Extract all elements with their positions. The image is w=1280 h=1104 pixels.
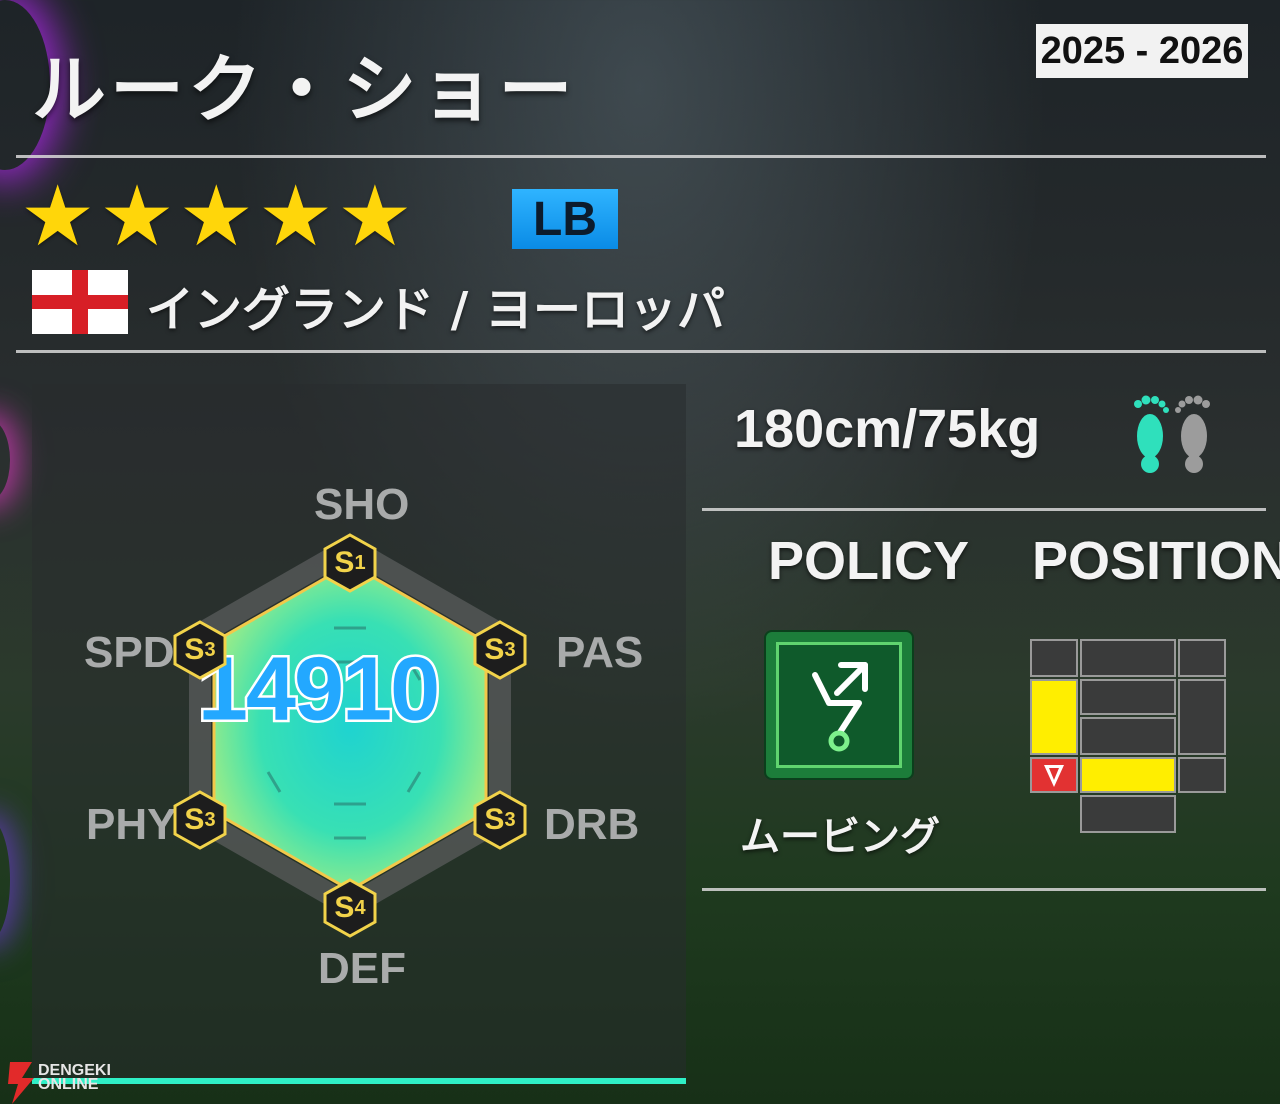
stat-label-spd: SPD	[84, 628, 175, 677]
grade-badge-phy: S3	[173, 790, 227, 850]
position-header: POSITION	[1032, 531, 1280, 591]
policy-header: POLICY	[768, 531, 970, 591]
grade-badge-sho: S1	[323, 533, 377, 593]
position-cell	[1080, 639, 1176, 677]
stat-label-sho: SHO	[314, 480, 410, 529]
position-map	[1030, 639, 1226, 833]
grade-badge-def: S4	[323, 878, 377, 938]
stat-label-pas: PAS	[556, 628, 644, 677]
current-position-cell	[1030, 757, 1078, 793]
total-power: 14910	[195, 637, 442, 742]
grade-badge-spd: S3	[173, 620, 227, 680]
moving-policy-icon[interactable]	[766, 632, 912, 778]
height-weight: 180cm/75kg	[734, 399, 1041, 459]
grade-badge-pas: S3	[473, 620, 527, 680]
position-cell	[1178, 639, 1226, 677]
dengeki-online-logo: DENGEKI ONLINE	[6, 1062, 126, 1104]
stat-label-phy: PHY	[86, 800, 177, 849]
position-cell	[1080, 795, 1176, 833]
position-cell	[1080, 679, 1176, 715]
policy-name: ムービング	[740, 814, 940, 860]
position-cell	[1178, 679, 1226, 755]
grade-badge-drb: S3	[473, 790, 527, 850]
divider	[702, 888, 1266, 891]
lightning-bolt-icon	[8, 1062, 34, 1104]
stat-label-drb: DRB	[544, 800, 640, 849]
preferred-foot-icon	[1134, 395, 1210, 473]
divider	[702, 508, 1266, 511]
position-cell-highlight	[1080, 757, 1176, 793]
position-cell	[1178, 757, 1226, 793]
position-cell	[1030, 639, 1078, 677]
current-position-marker-icon	[1044, 765, 1064, 787]
position-cell	[1080, 717, 1176, 755]
stat-label-def: DEF	[318, 944, 406, 993]
position-cell-highlight	[1030, 679, 1078, 755]
watermark-line2: ONLINE	[38, 1076, 99, 1093]
